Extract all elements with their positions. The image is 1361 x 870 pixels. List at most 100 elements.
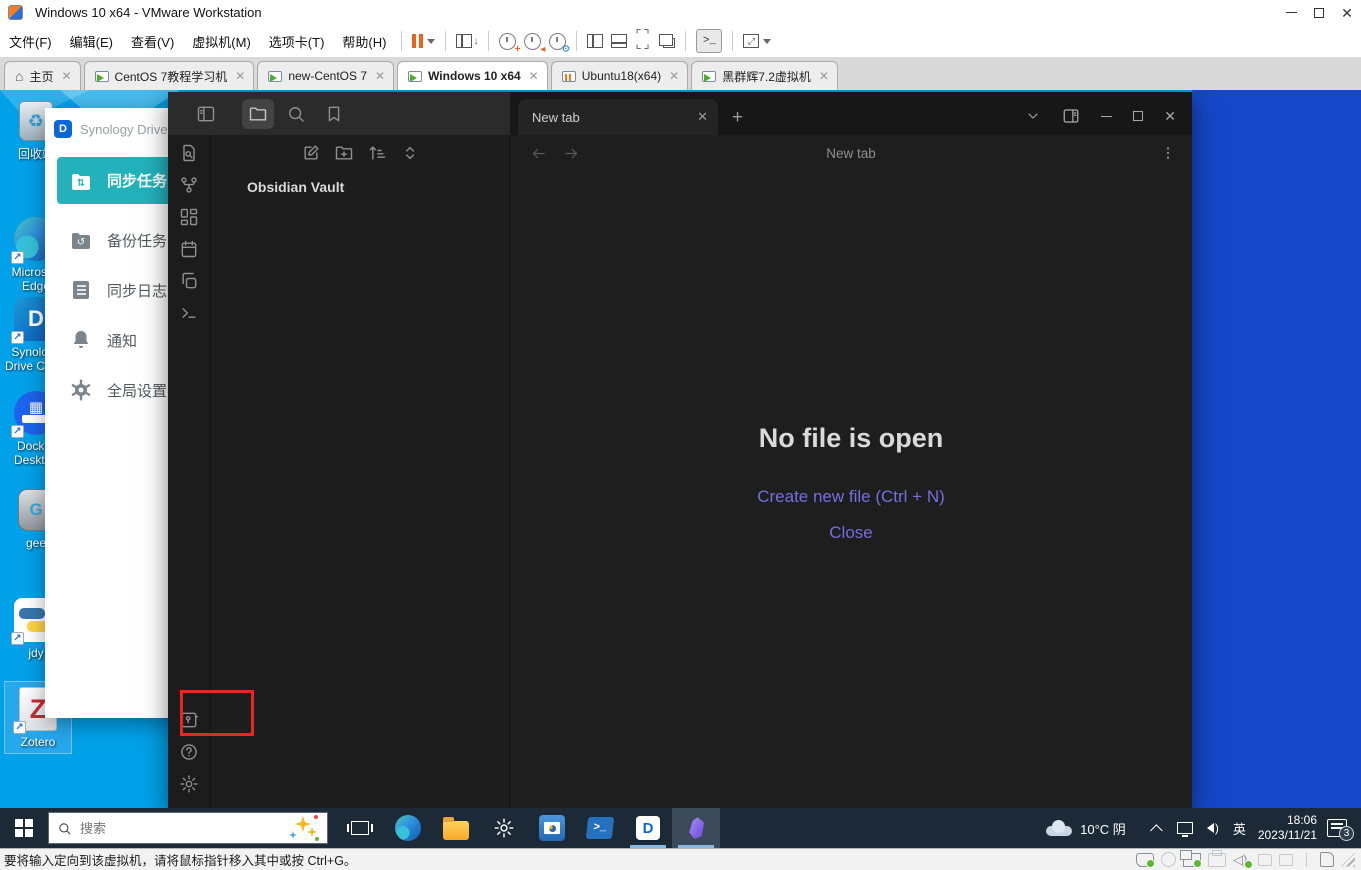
vm-tab-centos7-learn[interactable]: CentOS 7教程学习机 ✕ [83, 61, 255, 90]
search-view-tab[interactable] [280, 99, 312, 129]
pause-icon [412, 34, 424, 48]
search-highlights-sparkle-icon[interactable] [289, 815, 319, 841]
vm-tab-windows10[interactable]: Windows 10 x64 ✕ [397, 61, 548, 90]
start-button[interactable] [0, 808, 48, 848]
close-tab-icon[interactable]: ✕ [669, 69, 679, 83]
vmware-window-title: Windows 10 x64 - VMware Workstation [35, 5, 262, 20]
fit-guest-button[interactable]: ⤢ [739, 29, 775, 53]
help-icon[interactable] [179, 742, 199, 762]
taskbar-powershell-button[interactable]: >_ [576, 808, 624, 848]
taskbar-settings-button[interactable] [480, 808, 528, 848]
menu-file[interactable]: 文件(F) [0, 28, 61, 55]
usb-device-icon[interactable] [1258, 853, 1272, 866]
network-icon[interactable] [1176, 822, 1193, 837]
close-tab-icon[interactable]: ✕ [697, 109, 708, 125]
hard-disk-device-icon[interactable] [1136, 852, 1155, 868]
taskbar-obsidian-button[interactable] [672, 808, 720, 848]
create-new-file-link[interactable]: Create new file (Ctrl + N) [510, 487, 1192, 507]
vmware-close-button[interactable]: ✕ [1333, 2, 1361, 24]
menu-help[interactable]: 帮助(H) [333, 28, 395, 55]
annotation-highlight-rectangle [180, 690, 254, 736]
taskbar-search-box[interactable] [48, 812, 328, 844]
vm-tab-new-centos7[interactable]: new-CentOS 7 ✕ [257, 61, 395, 90]
toggle-left-sidebar-icon[interactable] [190, 99, 222, 129]
resize-grip[interactable] [1341, 852, 1355, 867]
collapse-all-icon[interactable] [400, 143, 420, 163]
usb-device-icon[interactable] [1279, 853, 1293, 866]
bookmark-icon [328, 106, 340, 121]
edge-icon [395, 815, 421, 841]
action-center-icon[interactable]: 3 [1327, 819, 1354, 841]
taskbar-synology-drive-button[interactable]: D [624, 808, 672, 848]
new-folder-icon[interactable] [334, 143, 354, 163]
daily-note-calendar-icon[interactable] [179, 239, 199, 259]
taskbar: >_ D 10°C 阴 ) 英 18:06 2023/11/21 3 [0, 808, 1361, 848]
show-thumbnail-bar-button[interactable] [607, 29, 631, 53]
vm-tab-home[interactable]: ⌂ 主页 ✕ [4, 61, 81, 90]
vmware-minimize-button[interactable] [1277, 2, 1305, 24]
taskbar-clock[interactable]: 18:06 2023/11/21 [1258, 813, 1317, 843]
toggle-right-sidebar-icon[interactable] [1062, 107, 1080, 125]
show-library-button[interactable] [583, 29, 607, 53]
vmware-statusbar: 要将输入定向到该虚拟机，请将鼠标指针移入其中或按 Ctrl+G。 ◁) [0, 848, 1361, 870]
templates-icon[interactable] [179, 271, 199, 291]
console-view-button[interactable]: >_ [692, 29, 726, 53]
bookmarks-view-tab[interactable] [318, 99, 350, 129]
new-tab-icon[interactable]: + [732, 107, 743, 129]
graph-view-icon[interactable] [179, 175, 199, 195]
settings-gear-icon[interactable] [179, 774, 199, 794]
message-log-icon[interactable] [1320, 852, 1334, 867]
hidden-icons-chevron[interactable] [1149, 823, 1163, 837]
vm-power-pause-button[interactable] [408, 29, 439, 53]
take-snapshot-button[interactable]: + [495, 29, 520, 55]
vm-tab-ubuntu18[interactable]: Ubuntu18(x64) ✕ [550, 61, 689, 90]
files-view-tab[interactable] [242, 98, 274, 129]
taskbar-edge-button[interactable] [384, 808, 432, 848]
close-link[interactable]: Close [510, 523, 1192, 543]
task-view-button[interactable] [336, 808, 384, 848]
minimize-icon[interactable] [1101, 115, 1113, 117]
unity-mode-button[interactable] [655, 29, 679, 53]
volume-icon[interactable]: ) [1207, 821, 1219, 835]
cd-device-icon[interactable] [1161, 852, 1176, 867]
terminal-icon[interactable] [179, 303, 199, 323]
fit-expand-icon: ⤢ [743, 34, 760, 48]
canvas-icon[interactable] [179, 207, 199, 227]
vault-name[interactable]: Obsidian Vault [247, 179, 509, 195]
maximize-icon[interactable] [1133, 111, 1144, 121]
send-ctrl-alt-del-button[interactable]: ↓ [452, 29, 482, 53]
close-tab-icon[interactable]: ✕ [375, 69, 385, 83]
obsidian-tab-new-tab[interactable]: New tab ✕ [518, 99, 718, 135]
fullscreen-button[interactable] [631, 27, 655, 53]
close-tab-icon[interactable]: ✕ [529, 69, 539, 83]
close-tab-icon[interactable]: ✕ [61, 69, 71, 83]
obsidian-file-explorer: Obsidian Vault [211, 135, 510, 808]
network-device-icon[interactable] [1180, 849, 1202, 868]
printer-device-icon[interactable] [1208, 849, 1226, 867]
taskbar-file-explorer-button[interactable] [432, 808, 480, 848]
close-tab-icon[interactable]: ✕ [819, 69, 829, 83]
manage-snapshots-button[interactable]: ⚙ [545, 29, 570, 55]
close-window-icon[interactable]: ✕ [1164, 108, 1176, 125]
search-input[interactable] [80, 820, 230, 836]
menu-view[interactable]: 查看(V) [122, 28, 183, 55]
new-note-icon[interactable] [301, 143, 321, 163]
sound-device-icon[interactable]: ◁) [1233, 852, 1253, 869]
vmware-maximize-button[interactable] [1305, 2, 1333, 24]
close-tab-icon[interactable]: ✕ [235, 69, 245, 83]
thumbnail-bar-icon [611, 34, 628, 48]
taskbar-monitor-app-button[interactable] [528, 808, 576, 848]
menu-tabs[interactable]: 选项卡(T) [260, 28, 334, 55]
revert-snapshot-button[interactable]: ◂ [520, 29, 545, 55]
vm-tab-dsm[interactable]: 黑群辉7.2虚拟机 ✕ [691, 61, 838, 90]
search-icon [59, 822, 71, 834]
backup-folder-icon: ↺ [72, 233, 90, 249]
menu-vm[interactable]: 虚拟机(M) [183, 28, 260, 55]
sort-order-icon[interactable] [367, 143, 387, 163]
quick-switcher-icon[interactable] [179, 143, 199, 163]
menu-edit[interactable]: 编辑(E) [61, 28, 122, 55]
weather-text[interactable]: 10°C 阴 [1080, 819, 1126, 838]
tab-list-chevron-icon[interactable] [1025, 108, 1041, 124]
weather-cloud-icon[interactable] [1046, 820, 1073, 836]
input-language-indicator[interactable]: 英 [1233, 819, 1246, 838]
